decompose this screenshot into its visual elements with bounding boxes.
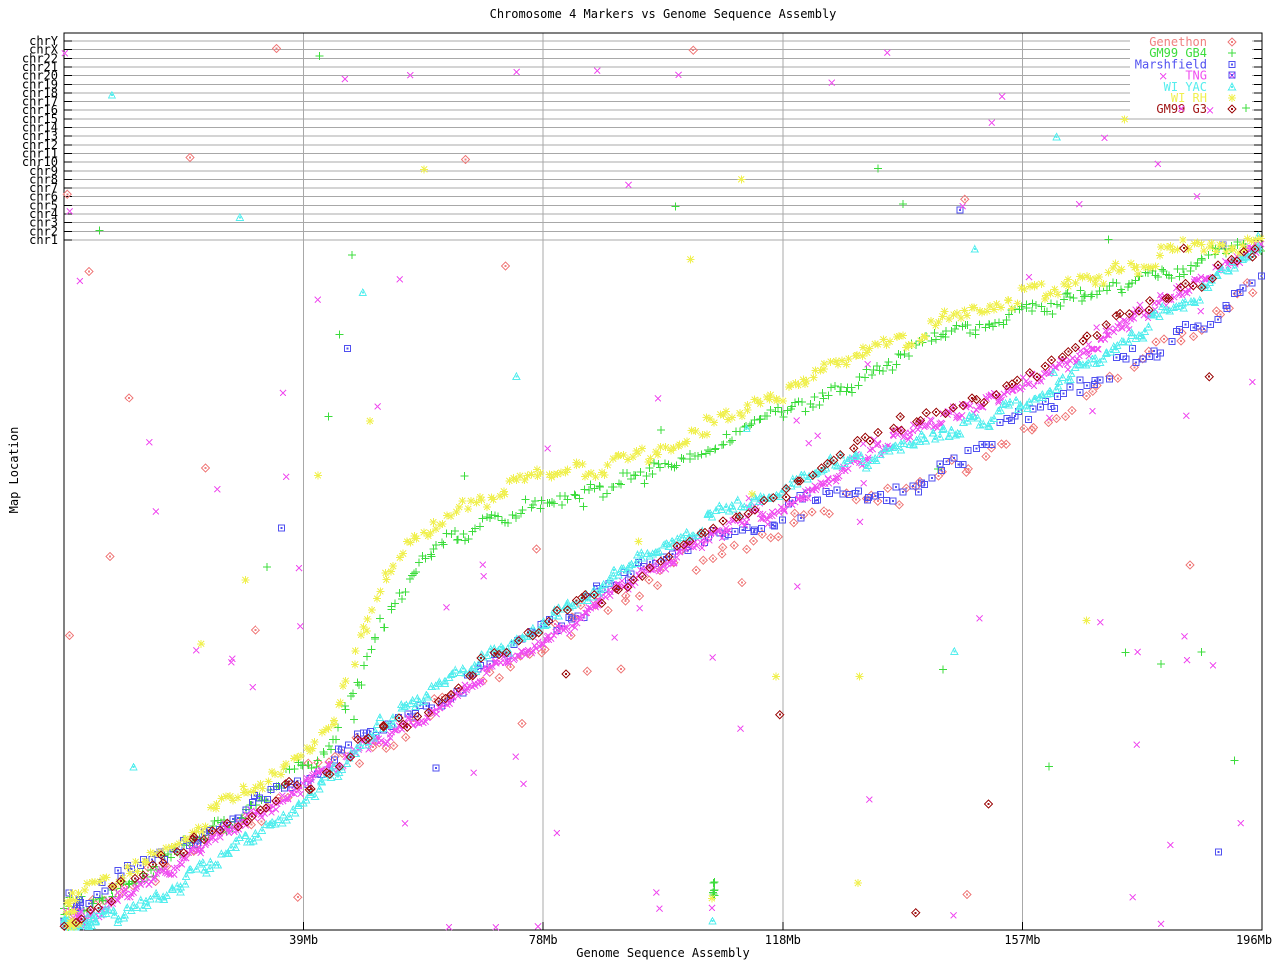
- chart-title: Chromosome 4 Markers vs Genome Sequence …: [64, 7, 1262, 21]
- series-gm99-gb4: [60, 52, 1265, 931]
- chart-canvas: chrYchrXchr22chr21chr20chr19chr18chr17ch…: [0, 0, 1280, 960]
- legend-marker-dot: [1231, 63, 1233, 65]
- legend-marker-wi-rh: [1228, 94, 1236, 102]
- legend-marker-dot: [1231, 86, 1233, 88]
- x-tick-label-196Mb: 196Mb: [1236, 933, 1272, 947]
- y-tick-label-chr1: chr1: [29, 233, 58, 247]
- legend-marker-dot: [1231, 41, 1233, 43]
- series-marker-dots-marshfield: [63, 74, 1263, 924]
- x-tick-label-118Mb: 118Mb: [765, 933, 801, 947]
- series-wi-yac: [61, 92, 1261, 931]
- series-markers-gm99-gb4: [60, 52, 1265, 931]
- y-axis-label: Map Location: [7, 427, 21, 514]
- series-markers-tng: [62, 50, 1264, 931]
- x-tick-label-39Mb: 39Mb: [289, 933, 318, 947]
- x-axis-label: Genome Sequence Assembly: [64, 946, 1262, 960]
- series-tng: [62, 50, 1264, 931]
- x-tick-label-78Mb: 78Mb: [529, 933, 558, 947]
- chart-root: chrYchrXchr22chr21chr20chr19chr18chr17ch…: [0, 0, 1280, 960]
- series-markers-wi-yac: [61, 92, 1261, 931]
- x-tick-label-157Mb: 157Mb: [1004, 933, 1040, 947]
- series-marker-dots-genethon: [66, 47, 1253, 915]
- legend-marker-dot: [1231, 108, 1233, 110]
